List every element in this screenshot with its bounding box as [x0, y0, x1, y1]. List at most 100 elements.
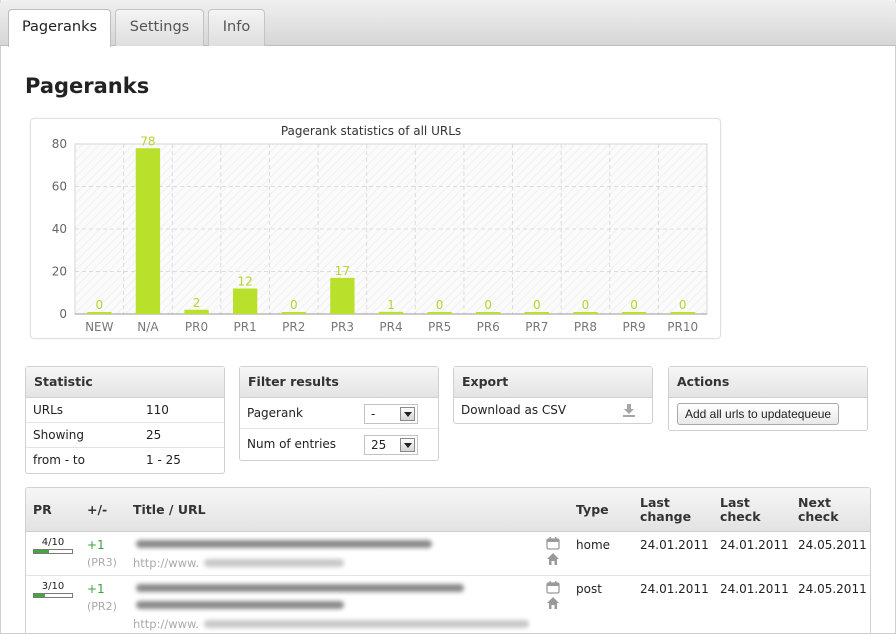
bar-pr2 — [281, 312, 306, 314]
row-last-change: 24.01.2011 — [640, 582, 709, 596]
stat-row-urls: URLs 110 — [26, 398, 224, 423]
filter-entries-row: Num of entries 25 — [240, 429, 438, 460]
bar-pr7 — [524, 312, 549, 314]
x-tick-label: PR2 — [282, 320, 305, 334]
y-tick-label: 0 — [59, 307, 67, 321]
export-panel: Export Download as CSV — [453, 366, 653, 424]
col-title-url[interactable]: Title / URL — [133, 503, 206, 517]
stat-value: 1 - 25 — [146, 453, 181, 467]
tab-settings[interactable]: Settings — [115, 9, 204, 46]
x-tick-label: PR5 — [428, 320, 451, 334]
chevron-down-icon[interactable] — [400, 407, 415, 421]
actions-title: Actions — [669, 367, 867, 398]
pr-previous: (PR3) — [87, 556, 117, 569]
table-row[interactable]: 3/10 +1 (PR2) http://www. post 24.01.201… — [26, 576, 870, 634]
bar-pr6 — [476, 312, 501, 314]
x-tick-label: PR0 — [185, 320, 208, 334]
col-last-check[interactable]: Last check — [720, 496, 770, 524]
filter-title: Filter results — [240, 367, 438, 398]
table-header: PR +/- Title / URL Type Last change Last… — [26, 488, 870, 532]
pr-value: 4/10 — [41, 537, 65, 548]
redacted-title[interactable] — [136, 540, 432, 548]
y-tick-label: 40 — [52, 222, 67, 236]
x-tick-label: NEW — [85, 320, 114, 334]
data-label: 0 — [630, 298, 638, 312]
redacted-title[interactable] — [136, 584, 464, 592]
col-next-check[interactable]: Next check — [798, 496, 848, 524]
row-url[interactable]: http://www. — [133, 556, 199, 570]
stat-value: 25 — [146, 428, 162, 442]
stat-label: from - to — [33, 453, 85, 467]
filter-entries-label: Num of entries — [247, 437, 337, 451]
home-icon[interactable] — [546, 552, 560, 566]
col-type[interactable]: Type — [576, 503, 609, 517]
data-label: 0 — [484, 298, 492, 312]
data-label: 0 — [290, 298, 298, 312]
x-tick-label: PR6 — [477, 320, 500, 334]
download-csv-label[interactable]: Download as CSV — [461, 403, 566, 417]
pagerank-select-value: - — [371, 407, 376, 421]
col-change[interactable]: +/- — [87, 503, 107, 517]
page-title: Pageranks — [25, 74, 150, 98]
calendar-icon[interactable] — [546, 536, 560, 550]
pr-bar-fill — [34, 594, 46, 597]
row-type: home — [576, 538, 611, 552]
home-icon[interactable] — [546, 596, 560, 610]
x-tick-label: PR9 — [622, 320, 645, 334]
x-tick-label: PR3 — [331, 320, 354, 334]
pagerank-select[interactable]: - — [364, 404, 418, 424]
calendar-icon[interactable] — [546, 580, 560, 594]
stat-label: URLs — [33, 403, 64, 417]
row-type: post — [576, 582, 602, 596]
pr-value: 3/10 — [41, 581, 65, 592]
pr-bar — [33, 593, 73, 598]
redacted-title-line2[interactable] — [136, 601, 344, 609]
stat-label: Showing — [33, 428, 84, 442]
x-tick-label: PR4 — [379, 320, 402, 334]
actions-panel: Actions Add all urls to updatequeue — [668, 366, 868, 431]
data-label: 0 — [533, 298, 541, 312]
data-label: 0 — [95, 298, 103, 312]
tab-pageranks[interactable]: Pageranks — [8, 9, 111, 47]
bar-pr0 — [184, 309, 209, 314]
filter-panel: Filter results Pagerank - Num of entries… — [239, 366, 439, 461]
row-last-check: 24.01.2011 — [720, 582, 789, 596]
y-tick-label: 80 — [52, 137, 67, 151]
download-icon[interactable] — [622, 403, 636, 417]
x-tick-label: N/A — [137, 320, 159, 334]
pagerank-table: PR +/- Title / URL Type Last change Last… — [25, 487, 871, 634]
chevron-down-icon[interactable] — [400, 438, 415, 452]
data-label: 1 — [387, 298, 395, 312]
data-label: 0 — [582, 298, 590, 312]
stat-row-range: from - to 1 - 25 — [26, 448, 224, 473]
chart-svg: 020406080Pagerank statistics of all URLs… — [52, 124, 708, 334]
table-row[interactable]: 4/10 +1 (PR3) http://www. home 24.01.201… — [26, 532, 870, 576]
data-label: 2 — [193, 296, 201, 310]
x-tick-label: PR8 — [574, 320, 597, 334]
download-csv-link[interactable]: Download as CSV — [454, 398, 652, 423]
row-last-change: 24.01.2011 — [640, 538, 709, 552]
data-label: 12 — [238, 275, 253, 289]
y-tick-label: 20 — [52, 265, 67, 279]
pr-bar — [33, 549, 73, 554]
tab-info[interactable]: Info — [208, 9, 265, 46]
row-url[interactable]: http://www. — [133, 617, 199, 631]
entries-select-value: 25 — [371, 438, 387, 452]
statistic-panel: Statistic URLs 110 Showing 25 from - to … — [25, 366, 225, 474]
export-title: Export — [454, 367, 652, 398]
pr-previous: (PR2) — [87, 600, 117, 613]
pr-change: +1 — [87, 582, 105, 596]
bar-pr10 — [670, 312, 695, 314]
entries-select[interactable]: 25 — [364, 435, 418, 455]
stat-row-showing: Showing 25 — [26, 423, 224, 448]
col-pr[interactable]: PR — [33, 503, 52, 517]
data-label: 0 — [679, 298, 687, 312]
pagerank-indicator: 3/10 — [33, 581, 73, 598]
bar-pr1 — [233, 288, 258, 314]
data-label: 17 — [335, 264, 350, 278]
col-last-change[interactable]: Last change — [640, 496, 700, 524]
filter-pagerank-label: Pagerank — [247, 406, 303, 420]
add-to-updatequeue-button[interactable]: Add all urls to updatequeue — [677, 403, 840, 425]
pr-bar-fill — [34, 550, 50, 553]
pr-change: +1 — [87, 538, 105, 552]
